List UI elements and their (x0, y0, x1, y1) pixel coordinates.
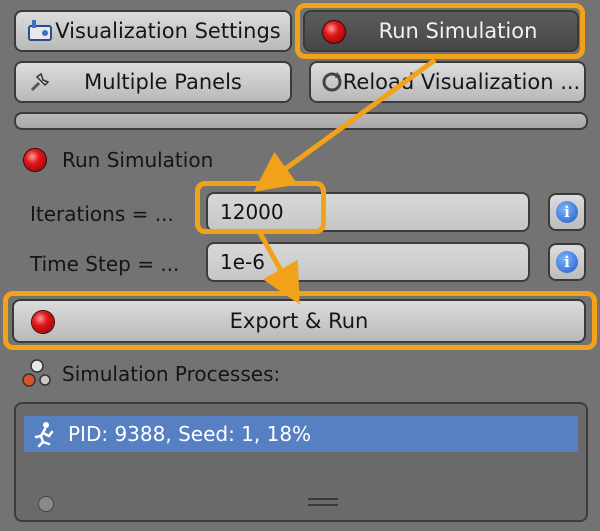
processes-icon (22, 359, 51, 387)
iterations-field[interactable]: 12000 (206, 192, 530, 232)
list-item[interactable]: PID: 9388, Seed: 1, 18% (24, 416, 578, 452)
running-figure-icon (34, 422, 54, 448)
iterations-value: 12000 (220, 200, 284, 224)
red-dot-icon (32, 311, 54, 333)
red-dot-icon (323, 21, 345, 43)
info-icon: i (556, 251, 578, 273)
pin-icon (30, 72, 50, 92)
red-dot-icon (24, 149, 46, 171)
settings-panel-icon (28, 20, 52, 41)
drag-handle[interactable] (308, 504, 338, 506)
resize-corner-icon[interactable] (38, 496, 54, 512)
run-simulation-label: Run Simulation (378, 19, 538, 43)
process-item-label: PID: 9388, Seed: 1, 18% (68, 422, 312, 446)
info-icon: i (556, 201, 578, 223)
iterations-label: Iterations = ... (30, 202, 174, 226)
visualization-settings-button[interactable]: Visualization Settings (14, 10, 292, 52)
run-simulation-button[interactable]: Run Simulation (303, 10, 579, 52)
processes-list[interactable]: PID: 9388, Seed: 1, 18% (14, 402, 588, 522)
section-title: Run Simulation (62, 148, 214, 172)
reload-visualization-label: Reload Visualization ... (342, 70, 581, 94)
iterations-info-button[interactable]: i (548, 193, 586, 231)
time-step-label: Time Step = ... (30, 252, 180, 276)
progress-bar (14, 112, 588, 130)
reload-icon (322, 72, 342, 92)
drag-handle[interactable] (308, 498, 338, 500)
multiple-panels-label: Multiple Panels (84, 70, 242, 94)
time-step-value: 1e-6 (220, 250, 265, 274)
visualization-settings-label: Visualization Settings (55, 19, 281, 43)
export-run-label: Export & Run (229, 309, 369, 333)
multiple-panels-button[interactable]: Multiple Panels (14, 61, 292, 103)
simulation-panel: Visualization Settings Run Simulation Mu… (0, 0, 600, 531)
time-step-info-button[interactable]: i (548, 243, 586, 281)
time-step-field[interactable]: 1e-6 (206, 242, 530, 282)
export-run-button[interactable]: Export & Run (12, 299, 586, 343)
reload-visualization-button[interactable]: Reload Visualization ... (309, 61, 586, 103)
processes-title: Simulation Processes: (62, 362, 281, 386)
